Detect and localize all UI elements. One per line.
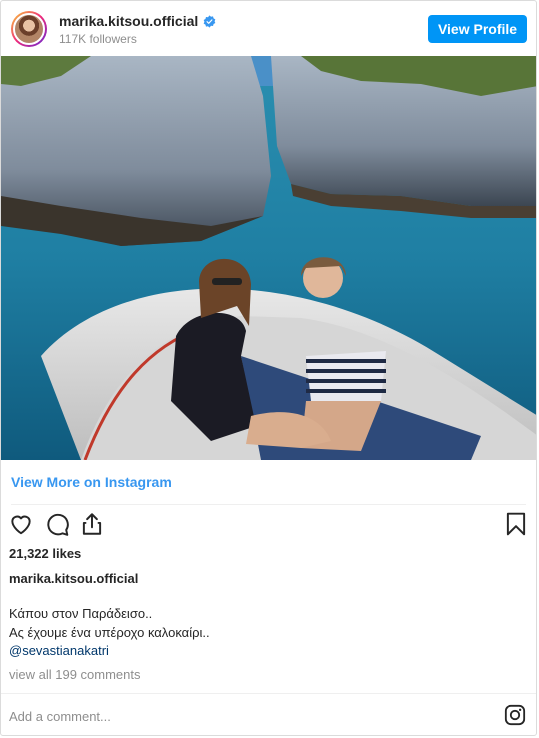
heart-icon[interactable] <box>8 511 34 537</box>
photo-illustration <box>1 56 536 460</box>
comment-icon[interactable] <box>44 511 70 537</box>
action-bar <box>1 511 536 541</box>
post-photo[interactable] <box>1 56 536 460</box>
username-link[interactable]: marika.kitsou.official <box>59 13 198 29</box>
add-comment-input[interactable]: Add a comment... <box>9 709 111 724</box>
followers-count: 117K followers <box>59 32 137 46</box>
mention-link[interactable]: @sevastianakatri <box>9 643 109 658</box>
likes-count[interactable]: 21,322 likes <box>9 546 81 561</box>
view-more-on-instagram-link[interactable]: View More on Instagram <box>11 474 172 490</box>
view-profile-button[interactable]: View Profile <box>428 15 527 43</box>
view-all-comments-link[interactable]: view all 199 comments <box>9 667 141 682</box>
avatar-image <box>13 13 45 45</box>
username-row: marika.kitsou.official <box>59 13 216 29</box>
instagram-logo-icon[interactable] <box>504 704 526 726</box>
bookmark-icon[interactable] <box>503 511 529 537</box>
instagram-embed-card: marika.kitsou.official 117K followers Vi… <box>0 0 537 736</box>
verified-badge-icon <box>203 14 216 28</box>
caption-line: Κάπου στον Παράδεισο.. <box>9 606 153 621</box>
caption-line: Ας έχουμε ένα υπέροχο καλοκαίρι.. <box>9 625 210 640</box>
post-header: marika.kitsou.official 117K followers Vi… <box>1 1 536 57</box>
profile-avatar[interactable] <box>11 11 47 47</box>
caption-username[interactable]: marika.kitsou.official <box>9 571 138 586</box>
share-icon[interactable] <box>79 511 105 537</box>
divider <box>11 504 526 505</box>
divider <box>1 693 536 694</box>
